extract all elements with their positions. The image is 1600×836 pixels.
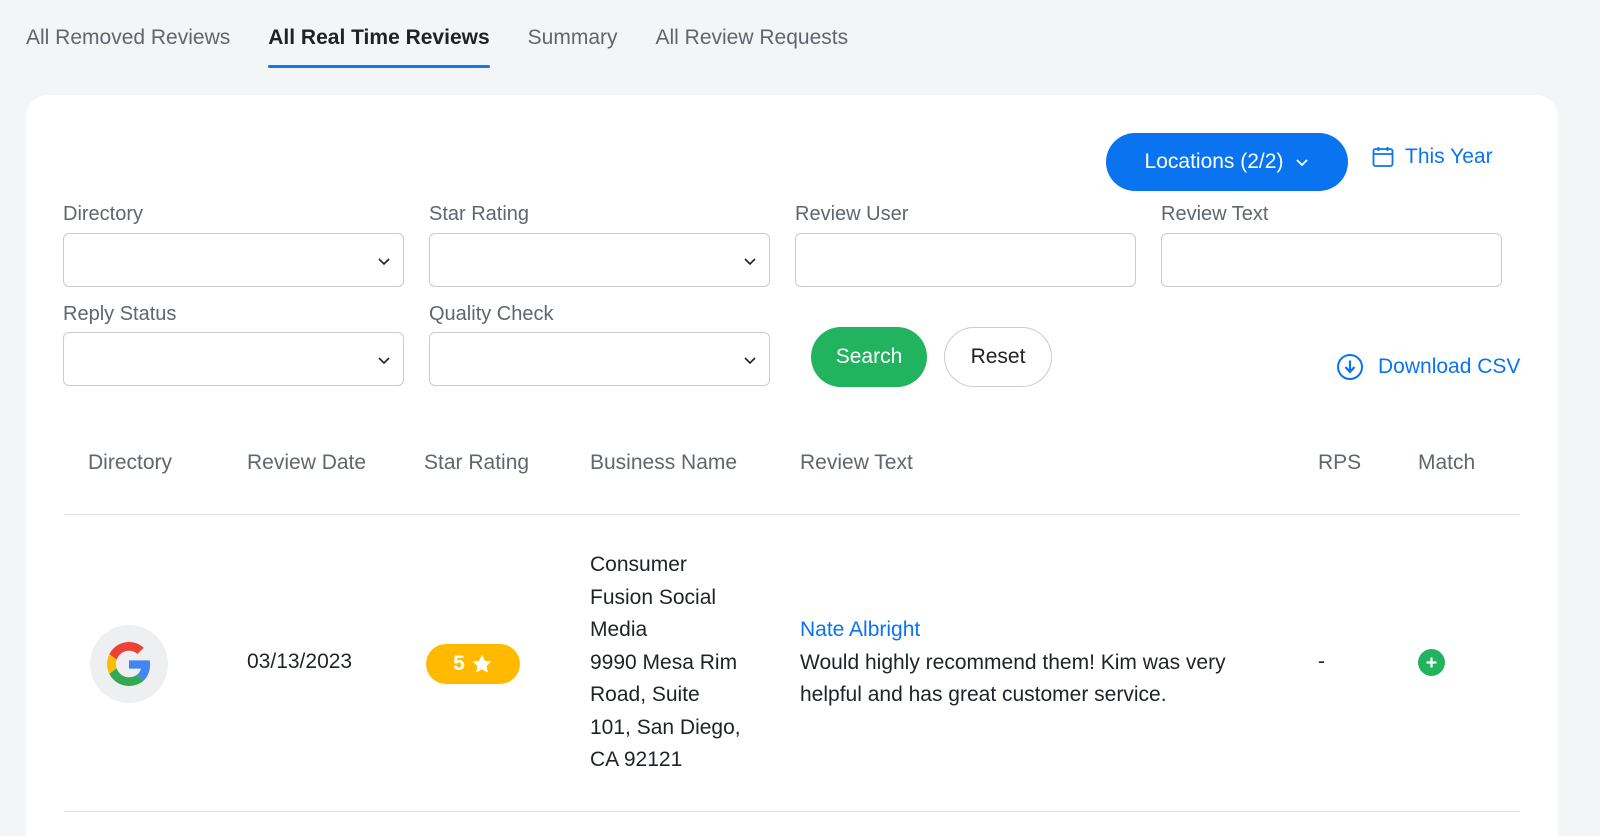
date-range-label: This Year: [1405, 145, 1493, 168]
business-address-line: 9990 Mesa Rim: [590, 650, 738, 674]
chevron-down-icon: [378, 357, 390, 365]
star-rating-value: 5: [453, 652, 465, 675]
review-user-input[interactable]: [795, 233, 1136, 287]
reply-status-filter-label: Reply Status: [63, 303, 177, 325]
locations-button[interactable]: Locations (2/2): [1106, 133, 1348, 191]
plus-circle-icon: [1426, 657, 1437, 668]
search-button[interactable]: Search: [811, 327, 927, 387]
star-rating-badge: 5: [426, 644, 520, 684]
chevron-down-icon: [1296, 159, 1309, 167]
quality-check-select[interactable]: [429, 332, 770, 386]
column-header-review-date[interactable]: Review Date: [247, 451, 366, 475]
reviewer-name-link[interactable]: Nate Albright: [800, 614, 1226, 647]
review-text-line: Would highly recommend them! Kim was ver…: [800, 650, 1226, 674]
column-header-rps[interactable]: RPS: [1318, 451, 1361, 475]
tab-bar: All Removed Reviews All Real Time Review…: [26, 22, 886, 68]
column-header-business-name[interactable]: Business Name: [590, 451, 737, 475]
business-name-line: Fusion Social: [590, 585, 717, 609]
star-rating-select[interactable]: [429, 233, 770, 287]
download-csv-label: Download CSV: [1378, 355, 1521, 378]
directory-avatar: [90, 625, 168, 703]
star-icon: [472, 654, 492, 673]
column-header-directory[interactable]: Directory: [88, 451, 172, 475]
chevron-down-icon: [744, 357, 756, 365]
column-header-review-text[interactable]: Review Text: [800, 451, 913, 475]
review-date-cell: 03/13/2023: [247, 650, 353, 673]
rps-cell: -: [1318, 650, 1325, 673]
quality-check-filter-label: Quality Check: [429, 303, 554, 325]
business-name-line: Media: [590, 618, 648, 641]
table-header-divider: [64, 514, 1520, 515]
review-text-line: helpful and has great customer service.: [800, 683, 1167, 706]
review-user-filter-label: Review User: [795, 203, 909, 225]
directory-select[interactable]: [63, 233, 404, 287]
google-icon: [107, 642, 151, 686]
star-rating-filter-label: Star Rating: [429, 203, 530, 225]
locations-label: Locations (2/2): [1144, 150, 1284, 173]
tab-all-review-requests[interactable]: All Review Requests: [656, 22, 849, 68]
directory-filter-label: Directory: [63, 203, 144, 225]
tab-all-real-time-reviews[interactable]: All Real Time Reviews: [268, 22, 491, 68]
chevron-down-icon: [744, 258, 756, 266]
review-text-cell: Nate Albright Would highly recommend the…: [800, 614, 1226, 712]
column-header-star-rating[interactable]: Star Rating: [424, 451, 529, 475]
download-csv-link[interactable]: Download CSV: [1336, 353, 1520, 381]
business-address-line: CA 92121: [590, 748, 683, 771]
tab-all-removed-reviews[interactable]: All Removed Reviews: [26, 22, 230, 68]
column-header-match[interactable]: Match: [1418, 451, 1475, 475]
business-name-cell: Consumer Fusion Social Media 9990 Mesa R…: [590, 549, 741, 777]
business-name-line: Consumer: [590, 553, 687, 576]
reply-status-select[interactable]: [63, 332, 404, 386]
calendar-icon: [1372, 147, 1394, 167]
business-address-line: Road, Suite: [590, 683, 700, 706]
reset-button[interactable]: Reset: [944, 327, 1052, 387]
match-add-button[interactable]: [1418, 649, 1445, 676]
table-row-divider: [64, 811, 1520, 812]
chevron-down-icon: [378, 258, 390, 266]
review-text-input[interactable]: [1161, 233, 1502, 287]
reviews-card: Locations (2/2) This Year Directory Star…: [26, 95, 1558, 836]
business-address-line: 101, San Diego,: [590, 715, 741, 739]
tab-summary[interactable]: Summary: [528, 22, 618, 68]
date-range-picker[interactable]: This Year: [1371, 145, 1493, 169]
download-icon: [1337, 354, 1363, 380]
review-text-filter-label: Review Text: [1161, 203, 1269, 225]
